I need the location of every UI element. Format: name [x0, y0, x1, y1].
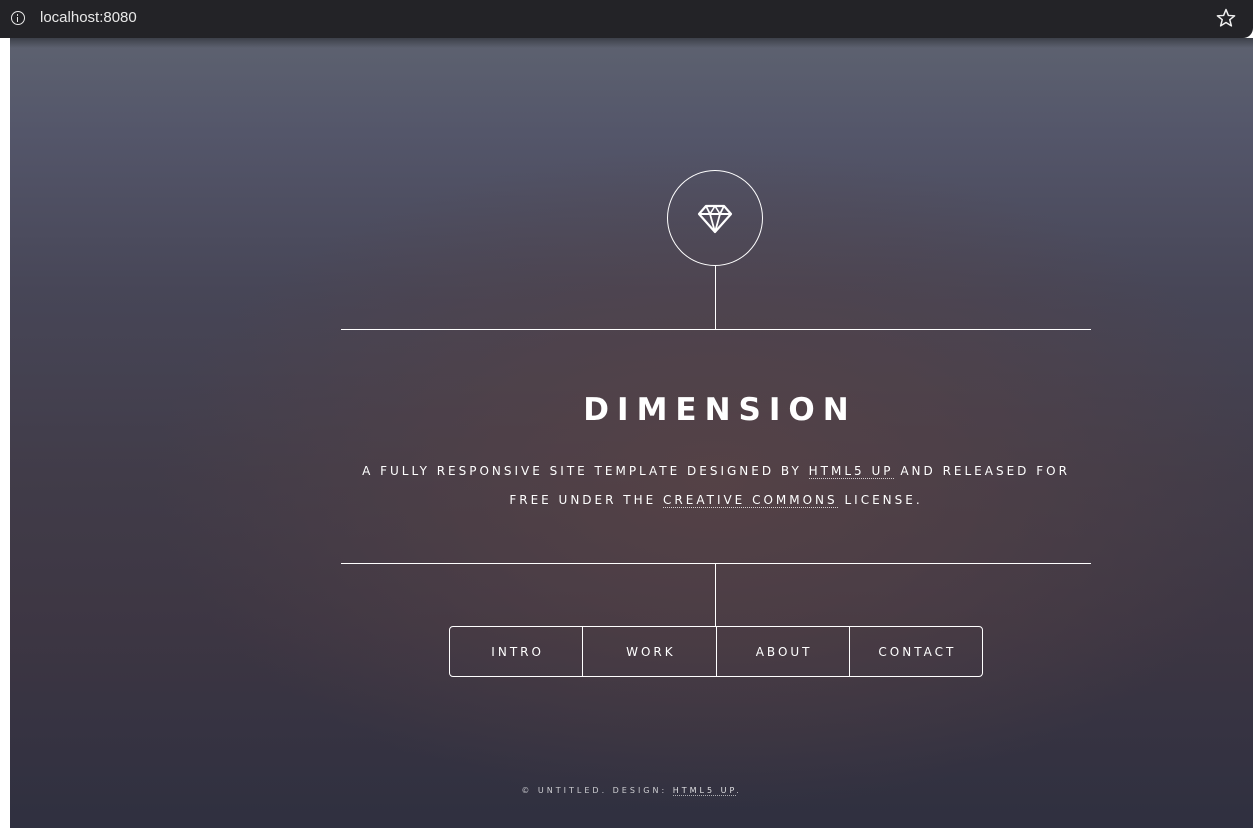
diamond-icon [697, 204, 733, 234]
logo-circle [667, 170, 763, 266]
nav-intro[interactable]: INTRO [450, 627, 582, 676]
html5up-link[interactable]: HTML5 UP [808, 464, 894, 479]
bottom-divider [341, 563, 1091, 564]
page-subtitle: A FULLY RESPONSIVE SITE TEMPLATE DESIGNE… [351, 457, 1081, 515]
footer-html5up-link[interactable]: HTML5 UP [672, 786, 737, 796]
footer: © UNTITLED. DESIGN: HTML5 UP. [10, 783, 1253, 799]
browser-toolbar: localhost:8080 [0, 0, 1257, 38]
nav-contact[interactable]: CONTACT [848, 627, 982, 676]
logo-connector-line [715, 266, 716, 329]
main-nav: INTRO WORK ABOUT CONTACT [449, 626, 983, 677]
creative-commons-link[interactable]: CREATIVE COMMONS [663, 493, 838, 508]
footer-period: . [736, 786, 742, 795]
page: localhost:8080 DIMENSION A FULLY RESPONS… [0, 0, 1257, 828]
site-viewport: DIMENSION A FULLY RESPONSIVE SITE TEMPLA… [10, 38, 1253, 828]
nav-about[interactable]: ABOUT [715, 627, 849, 676]
address-text[interactable]: localhost:8080 [40, 9, 137, 27]
top-divider [341, 329, 1091, 330]
address-bar[interactable]: localhost:8080 [0, 0, 1253, 38]
nav-work[interactable]: WORK [582, 627, 715, 676]
star-icon[interactable] [1215, 7, 1237, 29]
subtitle-text-3: LICENSE. [837, 493, 923, 507]
info-icon[interactable] [11, 11, 25, 25]
nav-connector-line [715, 563, 716, 626]
top-shade [10, 38, 1253, 48]
page-title: DIMENSION [583, 392, 857, 428]
footer-copyright: © UNTITLED. DESIGN: [521, 786, 673, 795]
subtitle-text-1: A FULLY RESPONSIVE SITE TEMPLATE DESIGNE… [362, 464, 809, 478]
